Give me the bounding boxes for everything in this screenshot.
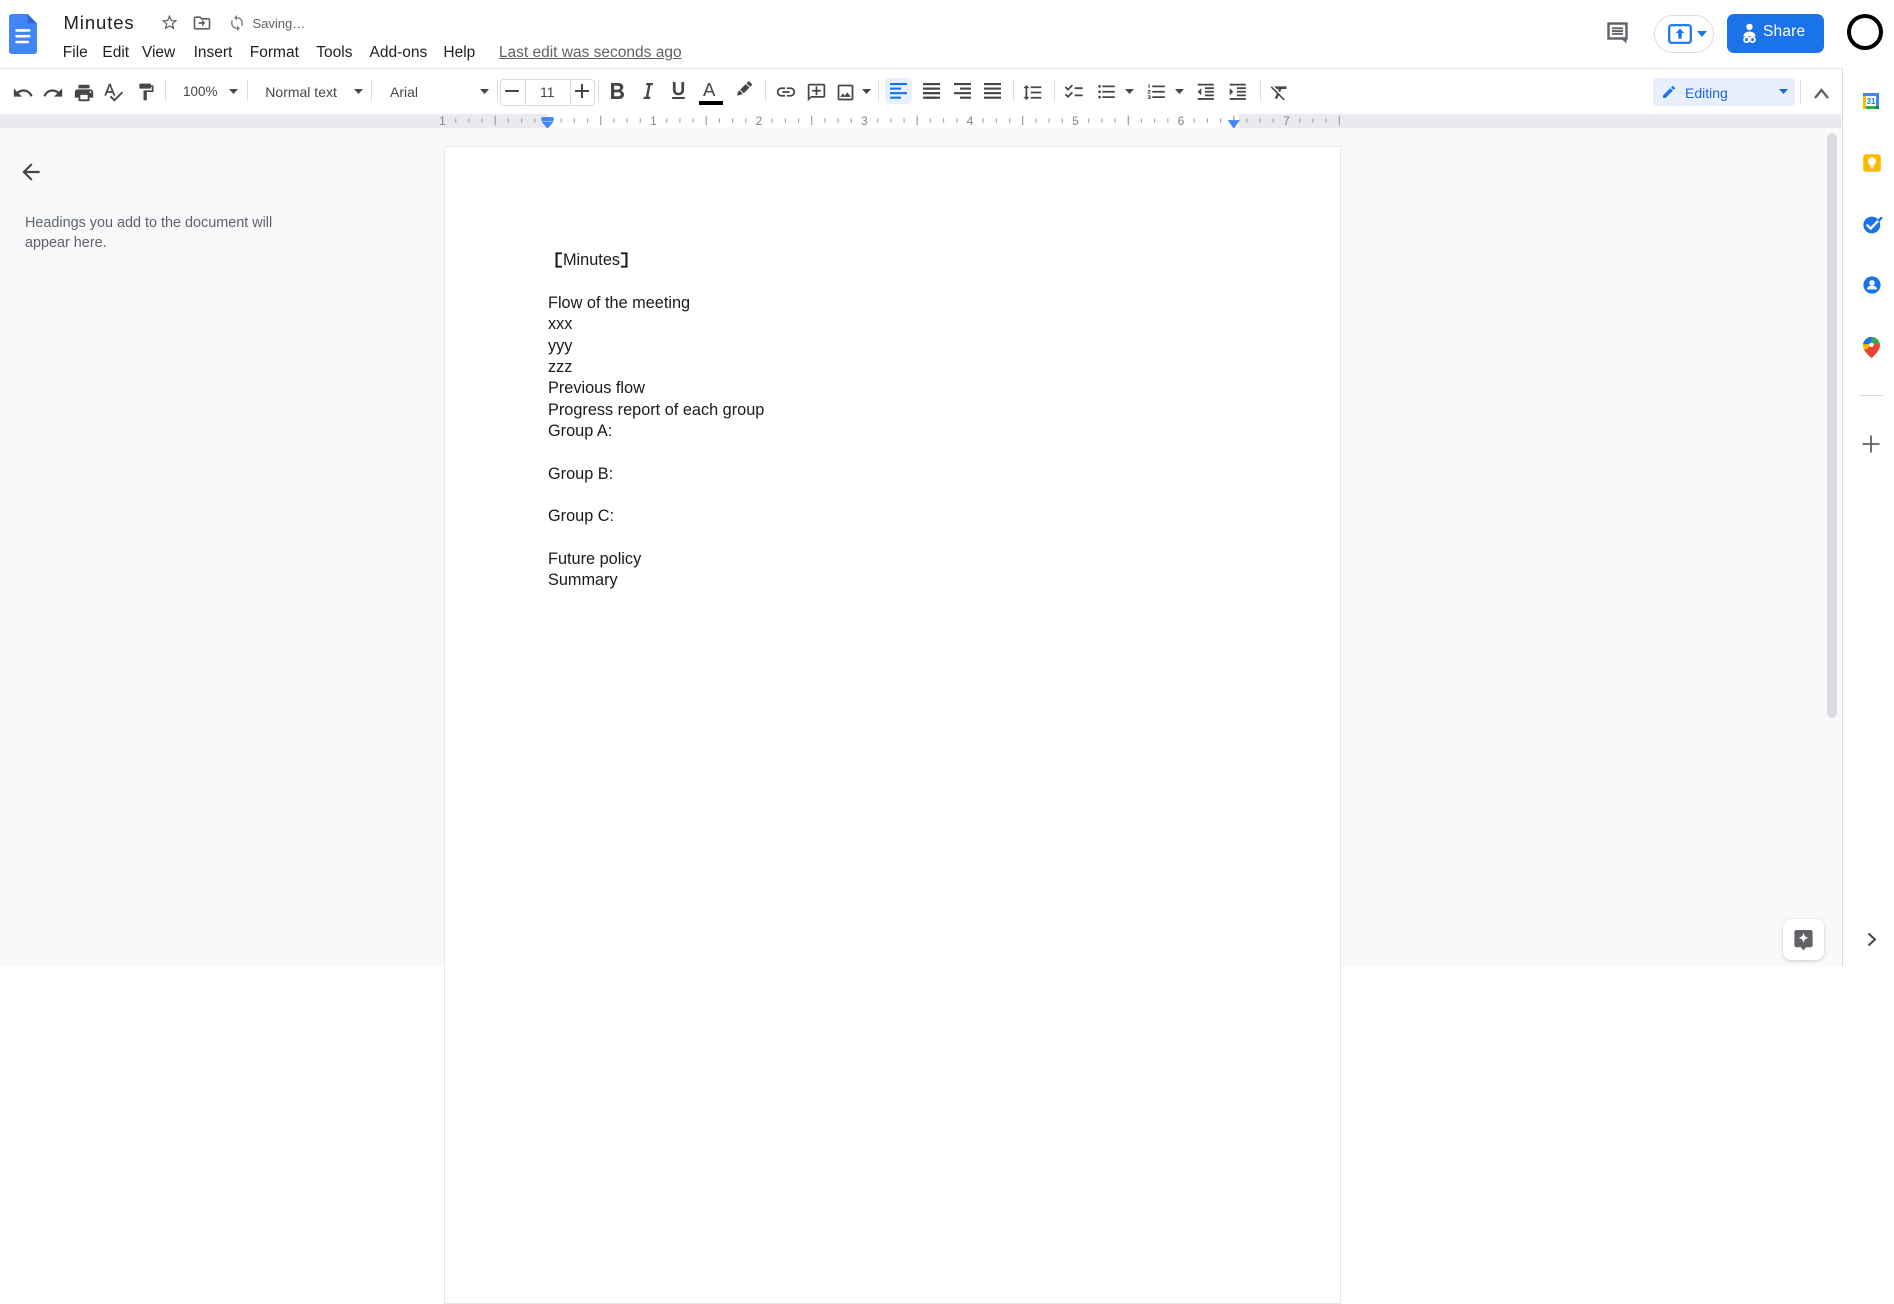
svg-text:1: 1 <box>439 114 446 128</box>
svg-text:7: 7 <box>1283 114 1290 128</box>
svg-text:1: 1 <box>650 114 657 128</box>
svg-text:2: 2 <box>756 114 763 128</box>
svg-text:31: 31 <box>1867 97 1876 106</box>
svg-text:4: 4 <box>967 114 974 128</box>
svg-text:6: 6 <box>1178 114 1185 128</box>
svg-text:3: 3 <box>861 114 868 128</box>
svg-text:5: 5 <box>1072 114 1079 128</box>
